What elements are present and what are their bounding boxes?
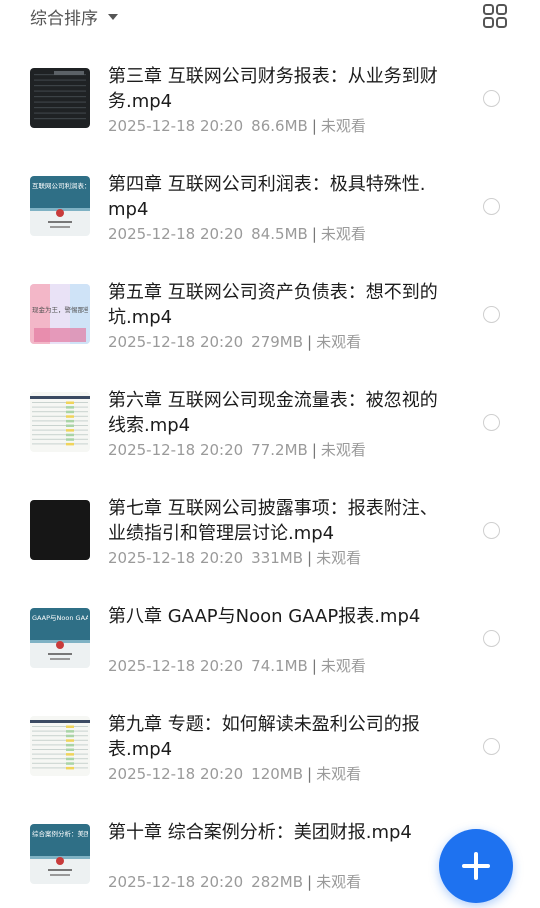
video-thumbnail	[30, 500, 90, 560]
file-date: 2025-12-18 20:20	[108, 333, 244, 351]
file-meta: 2025-12-18 20:20 84.5MB | 未观看	[108, 224, 438, 244]
file-date: 2025-12-18 20:20	[108, 225, 244, 243]
meta-separator: |	[307, 765, 313, 783]
meta-separator: |	[311, 117, 317, 135]
file-date: 2025-12-18 20:20	[108, 657, 244, 675]
file-size: 282MB	[251, 873, 304, 891]
file-date: 2025-12-18 20:20	[108, 873, 244, 891]
video-thumbnail	[30, 392, 90, 452]
file-meta: 2025-12-18 20:20 120MB | 未观看	[108, 764, 438, 784]
list-item[interactable]: 互联网公司利润表：极 第四章 互联网公司利润表：极具特殊性.mp4 2025-12-…	[0, 152, 540, 260]
sort-label: 综合排序	[30, 8, 98, 29]
caret-down-icon	[108, 14, 118, 20]
file-size: 74.1MB	[251, 657, 308, 675]
watch-status: 未观看	[320, 441, 366, 459]
select-radio[interactable]	[483, 630, 500, 647]
video-thumbnail-image	[30, 284, 90, 344]
file-date: 2025-12-18 20:20	[108, 549, 244, 567]
file-meta: 2025-12-18 20:20 74.1MB | 未观看	[108, 656, 438, 676]
meta-separator: |	[311, 225, 317, 243]
video-thumbnail: 现金为王，警惕那些	[30, 284, 90, 344]
sort-dropdown[interactable]: 综合排序	[30, 4, 118, 29]
list-item[interactable]: 第七章 互联网公司披露事项：报表附注、业绩指引和管理层讨论.mp4 2025-12…	[0, 476, 540, 584]
thumbnail-caption: 互联网公司利润表：极	[32, 182, 88, 190]
list-item[interactable]: 第三章 互联网公司财务报表：从业务到财务.mp4 2025-12-18 20:20…	[0, 44, 540, 152]
meta-separator: |	[311, 657, 317, 675]
file-date: 2025-12-18 20:20	[108, 117, 244, 135]
file-meta: 2025-12-18 20:20 86.6MB | 未观看	[108, 116, 438, 136]
select-radio[interactable]	[483, 738, 500, 755]
file-size: 84.5MB	[251, 225, 308, 243]
video-thumbnail-image	[30, 392, 90, 452]
file-meta: 2025-12-18 20:20 77.2MB | 未观看	[108, 440, 438, 460]
list-item[interactable]: 第六章 互联网公司现金流量表：被忽视的线索.mp4 2025-12-18 20:2…	[0, 368, 540, 476]
file-size: 86.6MB	[251, 117, 308, 135]
watch-status: 未观看	[316, 765, 362, 783]
thumbnail-caption: GAAP与Noon GAA	[32, 614, 88, 622]
file-size: 279MB	[251, 333, 304, 351]
select-radio[interactable]	[483, 414, 500, 431]
list-item[interactable]: 现金为王，警惕那些 第五章 互联网公司资产负债表：想不到的坑.mp4 2025-12…	[0, 260, 540, 368]
video-thumbnail: 综合案例分析：美团	[30, 824, 90, 884]
file-title: 第六章 互联网公司现金流量表：被忽视的线索.mp4	[108, 390, 438, 436]
grid-view-button[interactable]	[482, 3, 508, 29]
file-title: 第三章 互联网公司财务报表：从业务到财务.mp4	[108, 66, 438, 112]
watch-status: 未观看	[320, 117, 366, 135]
meta-separator: |	[307, 333, 313, 351]
grid-view-icon	[483, 4, 507, 28]
file-title: 第八章 GAAP与Noon GAAP报表.mp4	[108, 606, 421, 627]
select-radio[interactable]	[483, 198, 500, 215]
watch-status: 未观看	[320, 225, 366, 243]
file-meta: 2025-12-18 20:20 331MB | 未观看	[108, 548, 438, 568]
watch-status: 未观看	[320, 657, 366, 675]
video-thumbnail-image	[30, 500, 90, 560]
file-title: 第七章 互联网公司披露事项：报表附注、业绩指引和管理层讨论.mp4	[108, 498, 438, 544]
video-thumbnail: 互联网公司利润表：极	[30, 176, 90, 236]
watch-status: 未观看	[316, 333, 362, 351]
file-meta: 2025-12-18 20:20 279MB | 未观看	[108, 332, 438, 352]
video-thumbnail-image	[30, 68, 90, 128]
video-thumbnail-image	[30, 716, 90, 776]
video-thumbnail	[30, 716, 90, 776]
video-thumbnail: GAAP与Noon GAA	[30, 608, 90, 668]
toolbar: 综合排序	[0, 0, 540, 34]
file-size: 331MB	[251, 549, 304, 567]
meta-separator: |	[307, 549, 313, 567]
meta-separator: |	[311, 441, 317, 459]
list-item[interactable]: 第九章 专题：如何解读未盈利公司的报表.mp4 2025-12-18 20:20 1…	[0, 692, 540, 800]
thumbnail-caption: 综合案例分析：美团	[32, 830, 88, 838]
file-meta: 2025-12-18 20:20 282MB | 未观看	[108, 872, 438, 892]
thumbnail-caption: 现金为王，警惕那些	[32, 306, 88, 314]
file-size: 77.2MB	[251, 441, 308, 459]
select-radio[interactable]	[483, 90, 500, 107]
select-radio[interactable]	[483, 306, 500, 323]
file-title: 第四章 互联网公司利润表：极具特殊性.mp4	[108, 174, 426, 220]
watch-status: 未观看	[316, 549, 362, 567]
list-item[interactable]: GAAP与Noon GAA 第八章 GAAP与Noon GAAP报表.mp4 202…	[0, 584, 540, 692]
file-date: 2025-12-18 20:20	[108, 765, 244, 783]
file-title: 第十章 综合案例分析：美团财报.mp4	[108, 822, 412, 843]
video-thumbnail	[30, 68, 90, 128]
watch-status: 未观看	[316, 873, 362, 891]
meta-separator: |	[307, 873, 313, 891]
plus-icon	[462, 852, 490, 880]
select-radio[interactable]	[483, 522, 500, 539]
file-date: 2025-12-18 20:20	[108, 441, 244, 459]
file-size: 120MB	[251, 765, 304, 783]
file-title: 第九章 专题：如何解读未盈利公司的报表.mp4	[108, 714, 420, 760]
file-title: 第五章 互联网公司资产负债表：想不到的坑.mp4	[108, 282, 438, 328]
